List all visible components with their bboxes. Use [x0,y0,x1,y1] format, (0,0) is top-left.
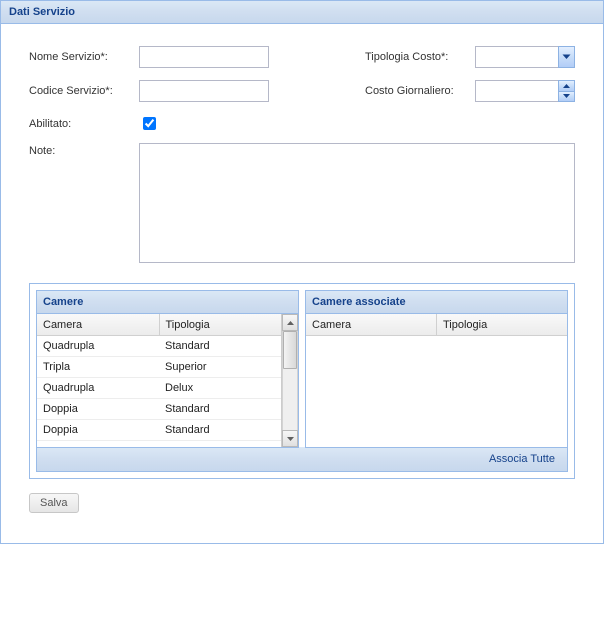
spinner-up-button[interactable] [558,80,575,91]
tables-row: Camere Camera Tipologia QuadruplaStandar… [36,290,568,448]
tipologia-costo-label: Tipologia Costo*: [365,51,475,63]
camere-associate-col-camera[interactable]: Camera [306,314,437,336]
cell-camera: Doppia [37,420,159,441]
form-grid: Nome Servizio*: Tipologia Costo*: Codice… [29,46,575,133]
cell-tipologia: Standard [159,399,281,420]
camere-associate-header: Camera Tipologia [306,314,567,336]
camere-associate-table: Camera Tipologia [306,314,567,447]
tipologia-costo-input[interactable] [475,46,558,68]
cell-tipologia: Delux [159,378,281,399]
scroll-thumb[interactable] [283,331,297,369]
camere-table: Camera Tipologia QuadruplaStandardTripla… [37,314,281,447]
cell-camera: Tripla [37,357,159,378]
table-row[interactable]: DoppiaStandard [37,399,281,420]
button-row: Salva [29,493,575,513]
cell-camera: Doppia [37,399,159,420]
camere-col-tipologia[interactable]: Tipologia [160,314,282,336]
chevron-down-icon [563,94,570,98]
camere-associate-title: Camere associate [306,291,567,314]
cell-tipologia: Standard [159,336,281,357]
cell-tipologia: Standard [159,420,281,441]
scroll-up-button[interactable] [282,314,298,331]
note-row: Note: [29,143,575,263]
camere-header: Camera Tipologia [37,314,281,336]
costo-giornaliero-spinner[interactable] [475,80,575,102]
chevron-down-icon [287,437,294,441]
spinner-down-button[interactable] [558,91,575,103]
camere-associate-grid: Camere associate Camera Tipologia [305,290,568,448]
note-label: Note: [29,143,139,263]
abilitato-checkbox[interactable] [143,117,156,130]
abilitato-cell [139,114,269,133]
note-textarea[interactable] [139,143,575,263]
bottom-gap [29,513,575,535]
table-row[interactable]: DoppiaStandard [37,420,281,441]
associa-tutte-bar: Associa Tutte [36,447,568,472]
codice-servizio-label: Codice Servizio*: [29,85,139,97]
camere-associate-rows [306,336,567,447]
associa-tutte-link[interactable]: Associa Tutte [489,453,555,465]
tipologia-costo-combo[interactable] [475,46,575,68]
scroll-track[interactable] [282,331,298,430]
cell-camera: Quadrupla [37,378,159,399]
camere-rows: QuadruplaStandardTriplaSuperiorQuadrupla… [37,336,281,447]
camere-title: Camere [37,291,298,314]
dati-servizio-panel: Dati Servizio Nome Servizio*: Tipologia … [0,0,604,544]
table-row[interactable]: QuadruplaStandard [37,336,281,357]
camere-col-camera[interactable]: Camera [37,314,160,336]
codice-servizio-input[interactable] [139,80,269,102]
spinner-buttons [558,80,575,102]
cell-camera: Quadrupla [37,336,159,357]
tipologia-costo-trigger[interactable] [558,46,575,68]
camere-scrollbar[interactable] [281,314,298,447]
abilitato-label: Abilitato: [29,118,139,130]
chevron-up-icon [287,321,294,325]
table-row[interactable]: TriplaSuperior [37,357,281,378]
tables-panel: Camere Camera Tipologia QuadruplaStandar… [29,283,575,479]
camere-associate-col-tipologia[interactable]: Tipologia [437,314,567,336]
cell-tipologia: Superior [159,357,281,378]
chevron-down-icon [562,54,571,60]
panel-body: Nome Servizio*: Tipologia Costo*: Codice… [1,24,603,543]
camere-associate-body: Camera Tipologia [306,314,567,447]
costo-giornaliero-label: Costo Giornaliero: [365,85,475,97]
camere-grid: Camere Camera Tipologia QuadruplaStandar… [36,290,299,448]
panel-title: Dati Servizio [1,1,603,24]
nome-servizio-input[interactable] [139,46,269,68]
costo-giornaliero-input[interactable] [475,80,558,102]
scroll-down-button[interactable] [282,430,298,447]
nome-servizio-label: Nome Servizio*: [29,51,139,63]
chevron-up-icon [563,84,570,88]
camere-body: Camera Tipologia QuadruplaStandardTripla… [37,314,298,447]
salva-button[interactable]: Salva [29,493,79,513]
table-row[interactable]: QuadruplaDelux [37,378,281,399]
